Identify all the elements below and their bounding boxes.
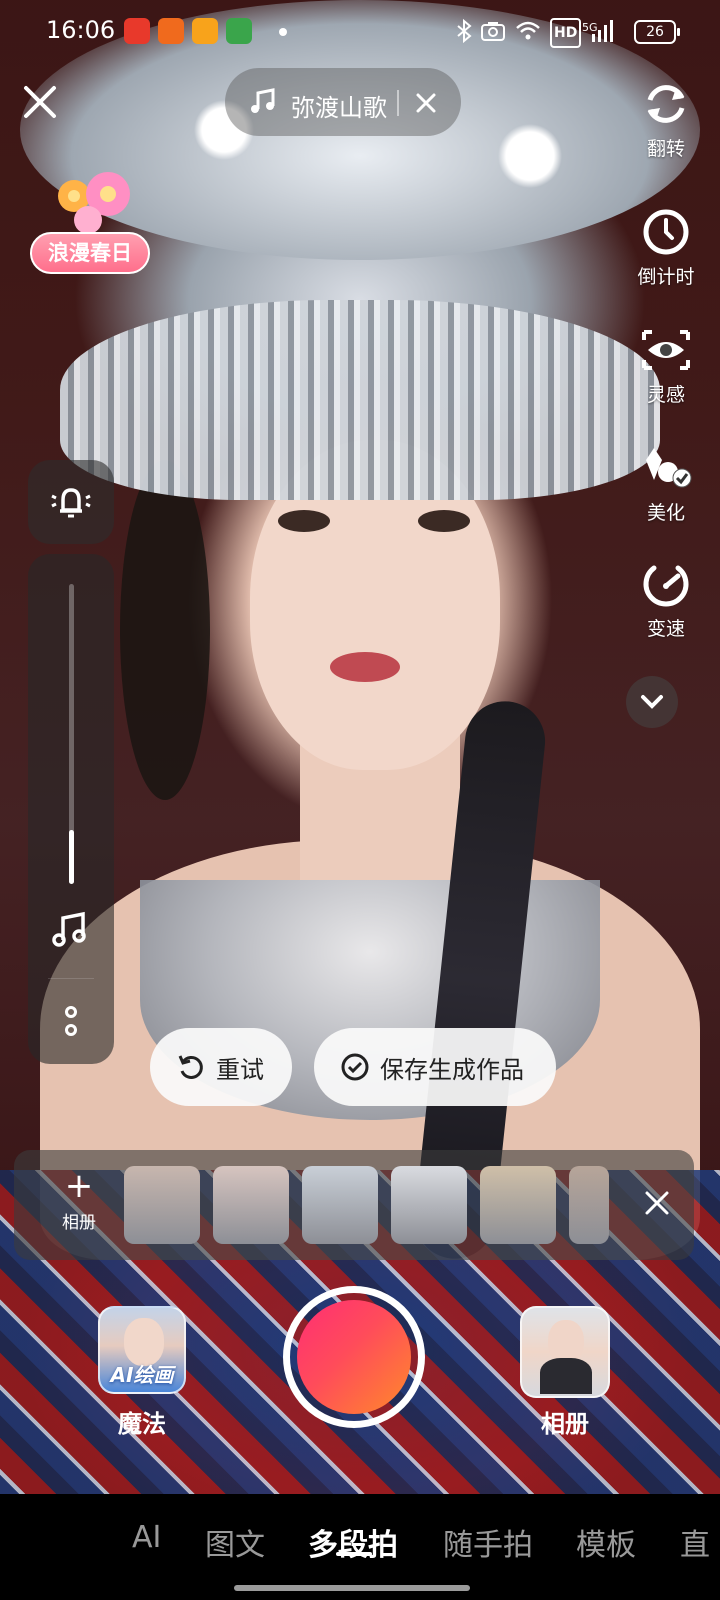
- music-remove-icon[interactable]: [415, 92, 437, 114]
- effect-sticker[interactable]: 浪漫春日: [30, 170, 150, 280]
- flip-label: 翻转: [646, 138, 685, 160]
- chevron-down-icon: [641, 695, 663, 709]
- camera-screen: 16:06 HD 5G 26 弥渡山歌 浪漫春日 翻转 倒计时 灵感 美化 变速…: [0, 0, 720, 1600]
- countdown-button[interactable]: 倒计时: [626, 204, 706, 289]
- more-options-icon[interactable]: [58, 1002, 84, 1042]
- camera-status-icon: [481, 22, 505, 41]
- tab-ai[interactable]: AI: [132, 1520, 161, 1555]
- album-label: 相册: [541, 1410, 589, 1438]
- bell-icon: [51, 488, 91, 518]
- notification-dot: [279, 28, 287, 36]
- tab-image-text[interactable]: 图文: [205, 1520, 265, 1564]
- hair: [120, 460, 210, 800]
- album-thumb-body: [540, 1358, 592, 1394]
- album-thumbnail[interactable]: [124, 1166, 200, 1244]
- lips: [330, 652, 400, 682]
- tab-multi-segment[interactable]: 多段拍: [308, 1520, 398, 1564]
- album-thumbnail[interactable]: [391, 1166, 467, 1244]
- active-tab-indicator: [336, 1552, 372, 1556]
- battery-indicator: 26: [634, 20, 680, 44]
- status-time: 16:06: [46, 16, 116, 44]
- magic-label: 魔法: [118, 1410, 166, 1438]
- inspiration-label: 灵感: [646, 384, 685, 406]
- music-note-icon: [251, 88, 275, 113]
- bluetooth-icon: [457, 18, 472, 44]
- strip-close-icon[interactable]: [642, 1188, 672, 1218]
- magic-tag: AI绘画: [110, 1363, 174, 1387]
- tab-template[interactable]: 模板: [576, 1520, 636, 1564]
- plus-icon: +: [64, 1166, 94, 1206]
- music-note-icon[interactable]: [50, 910, 90, 950]
- retry-label: 重试: [216, 1055, 264, 1084]
- beautify-label: 美化: [646, 502, 685, 524]
- music-title: 弥渡山歌: [291, 94, 387, 122]
- signal-icon: [592, 20, 613, 42]
- countdown-label: 倒计时: [637, 266, 695, 288]
- album-thumbnail[interactable]: [213, 1166, 289, 1244]
- flip-button[interactable]: 翻转: [626, 76, 706, 161]
- retry-icon: [178, 1055, 203, 1079]
- beautify-button[interactable]: 美化: [626, 440, 706, 525]
- hd-badge: HD: [550, 18, 582, 48]
- play-app-icon: [226, 18, 252, 44]
- save-work-button[interactable]: 保存生成作品: [314, 1028, 556, 1106]
- check-circle-icon: [341, 1053, 369, 1081]
- record-button[interactable]: [297, 1300, 411, 1414]
- album-thumbnail[interactable]: [302, 1166, 378, 1244]
- beautify-icon: [646, 448, 692, 488]
- more-tools-button[interactable]: [626, 676, 678, 728]
- music-separator: [397, 90, 399, 116]
- left-eye: [278, 510, 330, 532]
- timer-icon: [643, 209, 689, 255]
- silver-headdress: [60, 300, 660, 500]
- home-indicator[interactable]: [234, 1585, 470, 1591]
- flower-icon: [58, 172, 130, 234]
- strip-add-label: 相册: [62, 1213, 96, 1233]
- right-eye: [418, 510, 470, 532]
- speed-icon: [643, 565, 689, 607]
- video-app-icon: [124, 18, 150, 44]
- album-thumbnail[interactable]: [480, 1166, 556, 1244]
- speed-button[interactable]: 变速: [626, 556, 706, 641]
- save-work-label: 保存生成作品: [380, 1055, 524, 1084]
- album-strip: + 相册: [14, 1150, 694, 1260]
- status-bar: 16:06 HD 5G 26: [0, 0, 720, 62]
- album-button[interactable]: [520, 1306, 610, 1398]
- wifi-icon: [516, 21, 540, 40]
- speed-label: 变速: [646, 618, 685, 640]
- sticker-label: 浪漫春日: [30, 232, 150, 274]
- divider: [48, 978, 94, 979]
- book-app-icon: [158, 18, 184, 44]
- strip-add-album-button[interactable]: + 相册: [50, 1166, 108, 1233]
- tab-casual-shot[interactable]: 随手拍: [443, 1520, 533, 1564]
- inspiration-eye-icon: [642, 330, 690, 370]
- tab-live[interactable]: 直: [680, 1520, 710, 1564]
- flash-ring-button[interactable]: [28, 460, 114, 544]
- volume-slider[interactable]: [69, 584, 74, 884]
- inspiration-button[interactable]: 灵感: [626, 322, 706, 407]
- volume-panel: [28, 554, 114, 1064]
- flip-camera-icon: [647, 85, 685, 123]
- shop-app-icon: [192, 18, 218, 44]
- magic-effect-button[interactable]: AI绘画: [98, 1306, 186, 1394]
- music-selector[interactable]: 弥渡山歌: [225, 68, 461, 136]
- retry-button[interactable]: 重试: [150, 1028, 292, 1106]
- close-icon[interactable]: [22, 84, 58, 120]
- album-thumbnail[interactable]: [569, 1166, 609, 1244]
- volume-level: [69, 830, 74, 884]
